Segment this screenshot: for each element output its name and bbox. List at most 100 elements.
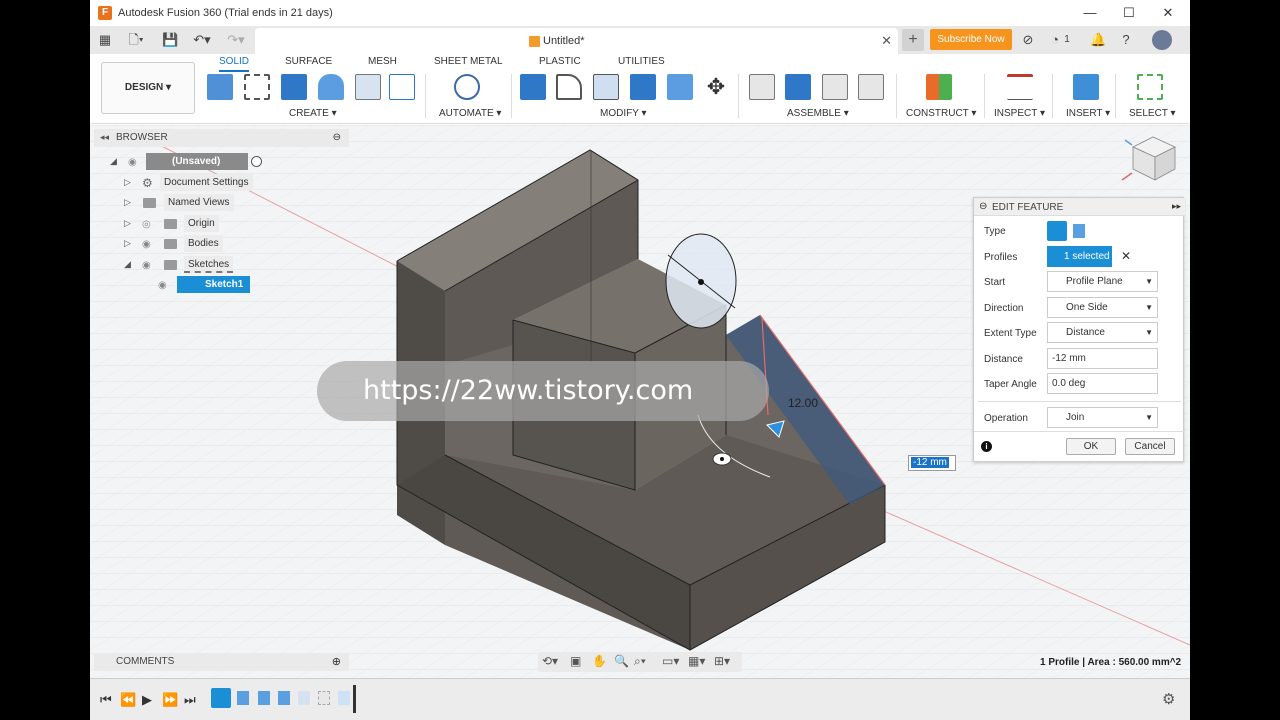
job-status-icon[interactable]: ◔ [1048,31,1062,49]
zoom-icon[interactable]: 🔍 [614,654,629,668]
select-menu[interactable]: SELECT ▾ [1129,108,1176,119]
tree-row-origin[interactable]: ▷ ◎ Origin [124,215,264,232]
timeline-sketch-feature[interactable] [211,688,231,708]
avatar[interactable] [1152,30,1172,50]
help-icon[interactable]: ? [1118,31,1134,49]
pattern-icon[interactable] [389,74,415,100]
timeline-extrude-feature[interactable] [237,691,249,705]
browser-collapse-icon[interactable]: ⊖ [333,132,341,143]
go-to-end-icon[interactable]: ⏭ [184,692,196,708]
pan-icon[interactable]: ✋ [592,654,607,668]
viewports-icon[interactable]: ⊞▾ [714,654,730,668]
inspect-menu[interactable]: INSPECT ▾ [994,108,1045,119]
timeline-extrude-feature[interactable] [258,691,270,705]
tree-label-bodies[interactable]: Bodies [184,235,223,252]
fillet-icon[interactable] [556,74,582,100]
edit-feature-header[interactable]: ⊖ EDIT FEATURE ▸▸ [974,198,1185,216]
offset-plane-icon[interactable] [926,74,952,100]
close-tab-button[interactable]: ✕ [881,33,892,49]
new-component-assemble-icon[interactable] [749,74,775,100]
modify-menu[interactable]: MODIFY ▾ [600,108,647,119]
tree-label-sketch1[interactable]: Sketch1 [177,276,250,293]
grid-menu-icon[interactable]: ▦ [96,31,114,49]
tree-row-named-views[interactable]: ▷ Named Views [124,194,264,211]
insert-menu[interactable]: INSERT ▾ [1066,108,1110,119]
revolve-icon[interactable] [318,74,344,100]
activate-component-icon[interactable] [251,156,262,167]
type-thin-button[interactable] [1073,224,1085,238]
look-at-icon[interactable]: ▣ [570,654,581,668]
display-settings-icon[interactable]: ▭▾ [662,654,679,668]
collapse-arrow-icon[interactable]: ◢ [110,156,117,167]
file-menu-icon[interactable]: 🗋▾ [124,31,148,49]
subscribe-button[interactable]: Subscribe Now [930,29,1012,50]
step-back-icon[interactable]: ⏪ [120,692,136,708]
expand-arrow-icon[interactable]: ▷ [124,197,131,208]
eye-icon[interactable]: ◉ [158,280,167,291]
assemble-menu[interactable]: ASSEMBLE ▾ [787,108,849,119]
play-icon[interactable]: ▶ [142,692,152,708]
direction-select[interactable]: One Side ▼ [1047,297,1158,318]
timeline-feature[interactable] [338,691,350,705]
hole-icon[interactable] [355,74,381,100]
measure-icon[interactable] [1007,74,1033,100]
add-comment-icon[interactable]: ⊕ [332,655,341,668]
undo-icon[interactable]: ↶▾ [190,31,214,49]
new-tab-button[interactable]: + [902,29,924,51]
combine-icon[interactable] [630,74,656,100]
tab-solid[interactable]: SOLID [219,56,250,72]
fit-icon[interactable]: ⌕▾ [634,654,646,669]
expand-arrow-icon[interactable]: ▷ [124,218,131,229]
tree-row-root[interactable]: ◢ ◉ (Unsaved) [108,153,262,170]
as-built-joint-icon[interactable] [822,74,848,100]
automate-menu[interactable]: AUTOMATE ▾ [439,108,501,119]
ok-button[interactable]: OK [1066,438,1116,455]
insert-image-icon[interactable] [1073,74,1099,100]
orbit-icon[interactable]: ⟲▾ [542,654,558,668]
start-select[interactable]: Profile Plane ▼ [1047,271,1158,292]
info-icon[interactable]: i [981,441,992,452]
tree-label-sketches[interactable]: Sketches [184,256,234,273]
new-component-icon[interactable] [207,74,233,100]
distance-input[interactable]: -12 mm [1047,348,1158,369]
workspace-switcher[interactable]: DESIGN ▾ [101,62,195,114]
minimize-button[interactable]: — [1072,0,1108,26]
comments-panel-header[interactable]: COMMENTS ⊕ [94,653,349,671]
tree-label-document-settings[interactable]: Document Settings [160,174,253,191]
timeline-extrude-feature[interactable] [278,691,290,705]
extensions-icon[interactable]: ⊘ [1020,31,1036,49]
extrude-icon[interactable] [281,74,307,100]
distance-onscreen-input[interactable]: -12 mm [908,455,956,471]
eye-icon[interactable]: ◉ [128,157,137,168]
joint-icon[interactable] [785,74,811,100]
tab-sheet-metal[interactable]: SHEET METAL [434,56,503,67]
window-select-icon[interactable] [1137,74,1163,100]
expand-arrow-icon[interactable]: ▷ [124,177,131,188]
expand-arrow-icon[interactable]: ▷ [124,238,131,249]
collapse-panel-icon[interactable]: ◂◂ [100,132,109,143]
distance-onscreen-value[interactable]: -12 mm [911,457,949,468]
browser-panel-header[interactable]: ◂◂ BROWSER ⊖ [94,129,349,147]
automate-icon[interactable] [454,74,480,100]
cancel-button[interactable]: Cancel [1125,438,1175,455]
move-icon[interactable]: ✥ [703,74,729,100]
press-pull-icon[interactable] [520,74,546,100]
taper-angle-input[interactable]: 0.0 deg [1047,373,1158,394]
construct-menu[interactable]: CONSTRUCT ▾ [906,108,976,119]
timeline-settings-icon[interactable]: ⚙ [1162,690,1175,708]
document-tab[interactable]: Untitled* ✕ [255,28,898,54]
tab-utilities[interactable]: UTILITIES [618,56,665,67]
tree-row-sketches[interactable]: ◢ ◉ Sketches [124,256,264,273]
notifications-icon[interactable]: 🔔 [1090,31,1106,49]
create-sketch-icon[interactable] [244,74,270,100]
close-window-button[interactable]: ✕ [1150,0,1186,26]
timeline-sketch-feature[interactable] [318,691,330,705]
eye-icon[interactable]: ◉ [142,260,151,271]
redo-icon[interactable]: ↷▾ [224,31,248,49]
eye-hidden-icon[interactable]: ◎ [142,219,151,230]
timeline-feature[interactable] [298,691,310,705]
type-solid-button[interactable] [1047,221,1067,241]
tree-row-document-settings[interactable]: ▷ ⚙ Document Settings [124,174,264,191]
profiles-selection[interactable]: 1 selected [1047,246,1112,267]
split-icon[interactable] [667,74,693,100]
